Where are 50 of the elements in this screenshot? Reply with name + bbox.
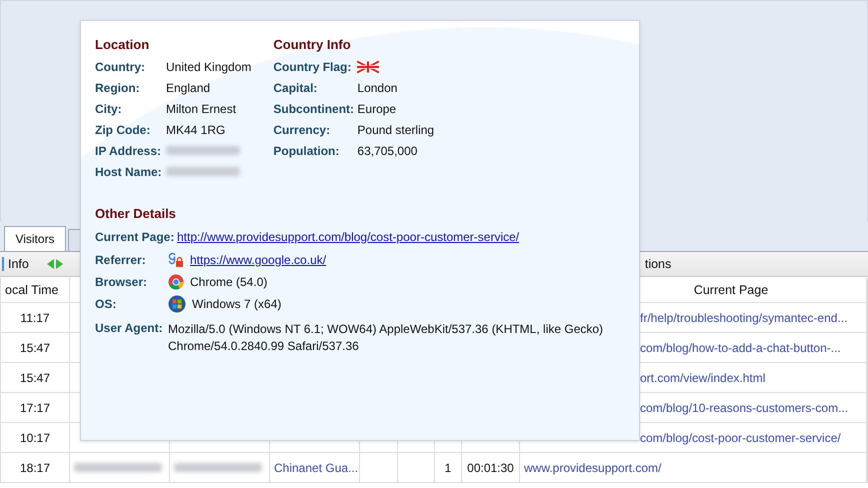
field-label: City: <box>95 102 123 116</box>
field-label: Population: <box>273 144 340 158</box>
current-page-link[interactable]: http://www.providesupport.com/blog/cost-poor-customer-service/ <box>177 230 520 244</box>
field-label: Capital: <box>273 80 318 94</box>
field-label: Currency: <box>273 122 332 136</box>
field-value: Windows 7 (x64) <box>192 297 282 311</box>
tab[interactable]: Visitors <box>4 226 66 251</box>
windows-orb-icon <box>168 295 186 313</box>
section-heading: Country Info <box>273 37 352 52</box>
section-heading: Other Details <box>95 206 177 221</box>
table-cell: 15:47 <box>1 363 70 392</box>
field-value: England <box>166 80 210 94</box>
field-label: Host Name: <box>95 164 163 178</box>
section-heading: Location <box>95 37 150 52</box>
uk-flag-icon <box>357 60 380 74</box>
field-label: User Agent: <box>95 321 164 335</box>
table-cell[interactable]: www.providesupport.com/ <box>520 453 867 482</box>
field-value: 63,705,000 <box>357 144 418 158</box>
field-label: Country: <box>95 60 146 74</box>
field-label: Browser: <box>95 275 148 289</box>
field-label: Country Flag: <box>273 60 352 74</box>
table-cell: Chinanet Gua... <box>270 453 360 482</box>
table-cell: 1 <box>435 453 462 482</box>
left-right-arrows-icon[interactable] <box>46 259 63 269</box>
field-value: London <box>357 80 398 94</box>
field-label: Current Page: <box>95 230 176 244</box>
google-lock-icon <box>168 252 184 268</box>
referrer-link[interactable]: https://www.google.co.uk/ <box>190 252 326 266</box>
field-label: Region: <box>95 80 141 94</box>
field-value: MK44 1RG <box>166 122 226 136</box>
field-value: Milton Ernest <box>166 102 236 116</box>
column-header[interactable]: ocal Time <box>1 278 70 302</box>
toolbar-label: tions <box>644 257 672 271</box>
field-label: IP Address: <box>95 144 162 158</box>
field-value: United Kingdom <box>166 60 252 74</box>
table-cell: 17:17 <box>1 393 70 422</box>
toolbar-label: Info <box>2 257 29 271</box>
table-cell: 10:17 <box>1 423 70 452</box>
table-cell: 11:17 <box>1 303 70 332</box>
field-label: Zip Code: <box>95 122 152 136</box>
chrome-icon <box>168 274 184 290</box>
table-cell: 15:47 <box>1 333 70 362</box>
field-value: Europe <box>357 102 396 116</box>
field-label: Subcontinent: <box>273 102 356 116</box>
field-label: Referrer: <box>95 252 147 266</box>
field-value: Pound sterling <box>357 122 434 136</box>
table-cell: 18:17 <box>1 453 70 482</box>
field-value: Chrome (54.0) <box>190 275 268 289</box>
field-label: OS: <box>95 297 118 311</box>
table-cell: 00:01:30 <box>462 453 520 482</box>
